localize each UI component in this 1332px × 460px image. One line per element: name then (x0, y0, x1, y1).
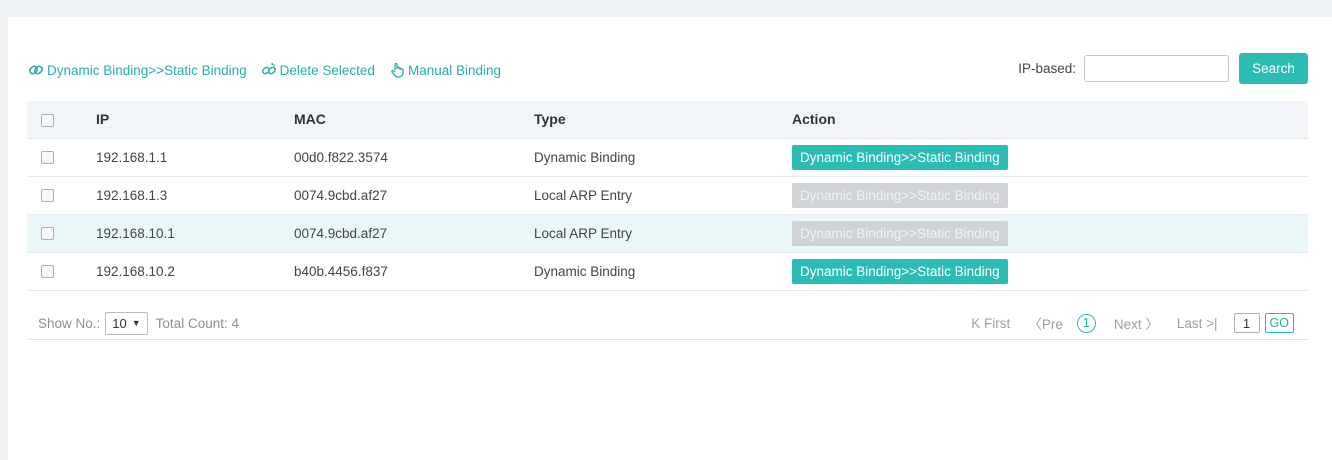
cell-type: Local ARP Entry (534, 225, 633, 241)
cell-ip: 192.168.1.3 (96, 187, 168, 203)
cell-mac: 00d0.f822.3574 (294, 149, 388, 165)
ip-search-input[interactable] (1084, 55, 1229, 82)
table-header-row: IP MAC Type Action (27, 101, 1308, 139)
total-count: Total Count: 4 (155, 315, 239, 331)
convert-to-static-button[interactable]: Dynamic Binding>>Static Binding (792, 258, 1008, 284)
arp-table: IP MAC Type Action 192.168.1.1 00d0.f822… (27, 101, 1308, 291)
table-row: 192.168.1.1 00d0.f822.3574 Dynamic Bindi… (27, 138, 1308, 176)
goto-page-input[interactable] (1233, 313, 1260, 333)
arp-binding-panel: Dynamic Binding>>Static Binding Delete S… (8, 17, 1332, 460)
select-all-checkbox[interactable] (41, 114, 54, 128)
table-row: 192.168.1.3 0074.9cbd.af27 Local ARP Ent… (27, 176, 1308, 214)
last-page-button[interactable]: Last >| (1177, 316, 1218, 331)
table-row: 192.168.10.2 b40b.4456.f837 Dynamic Bind… (27, 252, 1308, 290)
row-checkbox[interactable] (41, 265, 54, 279)
column-header-type: Type (534, 101, 792, 139)
cell-mac: b40b.4456.f837 (294, 263, 388, 279)
show-no-label: Show No.: (38, 315, 101, 331)
row-checkbox[interactable] (41, 227, 54, 241)
convert-to-static-button[interactable]: Dynamic Binding>>Static Binding (792, 144, 1008, 170)
column-header-ip: IP (96, 101, 294, 139)
table-footer: Show No.: 10 ▼ Total Count: 4 K First 〈P… (27, 307, 1308, 340)
page-size-value: 10 (112, 315, 127, 331)
current-page-indicator[interactable]: 1 (1076, 313, 1096, 333)
cell-mac: 0074.9cbd.af27 (294, 225, 388, 241)
unlink-icon (261, 62, 277, 78)
cell-type: Dynamic Binding (534, 263, 636, 279)
column-header-mac: MAC (294, 101, 534, 139)
delete-selected-button[interactable]: Delete Selected (261, 62, 375, 78)
search-area: IP-based: Search (1018, 53, 1308, 84)
row-checkbox[interactable] (41, 189, 54, 203)
column-header-action: Action (792, 101, 1308, 139)
cell-ip: 192.168.10.2 (96, 263, 175, 279)
link-icon (28, 62, 44, 78)
pagination: K First 〈Pre 1 Next 〉 Last >| GO (971, 307, 1294, 339)
cell-ip: 192.168.1.1 (96, 149, 168, 165)
convert-to-static-button-disabled: Dynamic Binding>>Static Binding (792, 220, 1008, 246)
convert-to-static-button-disabled: Dynamic Binding>>Static Binding (792, 182, 1008, 208)
toolbar: Dynamic Binding>>Static Binding Delete S… (28, 60, 515, 80)
prev-page-button[interactable]: 〈Pre (1028, 313, 1063, 333)
row-checkbox[interactable] (41, 151, 54, 165)
go-button[interactable]: GO (1264, 313, 1294, 333)
first-page-icon: K (971, 315, 981, 331)
first-page-button[interactable]: K First (971, 316, 1010, 331)
cell-mac: 0074.9cbd.af27 (294, 187, 388, 203)
chevron-left-icon: 〈 (1028, 317, 1042, 332)
next-page-button[interactable]: Next 〉 (1114, 313, 1159, 333)
convert-binding-label: Dynamic Binding>>Static Binding (47, 62, 247, 78)
cell-type: Local ARP Entry (534, 187, 633, 203)
header-select-all-cell (27, 101, 96, 139)
dropdown-caret-icon: ▼ (131, 318, 141, 328)
manual-binding-label: Manual Binding (407, 62, 502, 78)
cell-ip: 192.168.10.1 (96, 225, 175, 241)
search-button[interactable]: Search (1239, 53, 1308, 84)
page-size-area: Show No.: 10 ▼ Total Count: 4 (38, 307, 239, 339)
last-page-icon: >| (1206, 315, 1218, 331)
delete-selected-label: Delete Selected (279, 62, 375, 78)
cell-type: Dynamic Binding (534, 149, 636, 165)
manual-binding-button[interactable]: Manual Binding (389, 62, 501, 78)
search-label: IP-based: (1018, 61, 1076, 76)
hand-pointer-icon (389, 62, 405, 78)
convert-binding-button[interactable]: Dynamic Binding>>Static Binding (28, 62, 247, 78)
page-size-select[interactable]: 10 ▼ (105, 311, 148, 335)
chevron-right-icon: 〉 (1145, 317, 1159, 332)
table-row: 192.168.10.1 0074.9cbd.af27 Local ARP En… (27, 214, 1308, 252)
